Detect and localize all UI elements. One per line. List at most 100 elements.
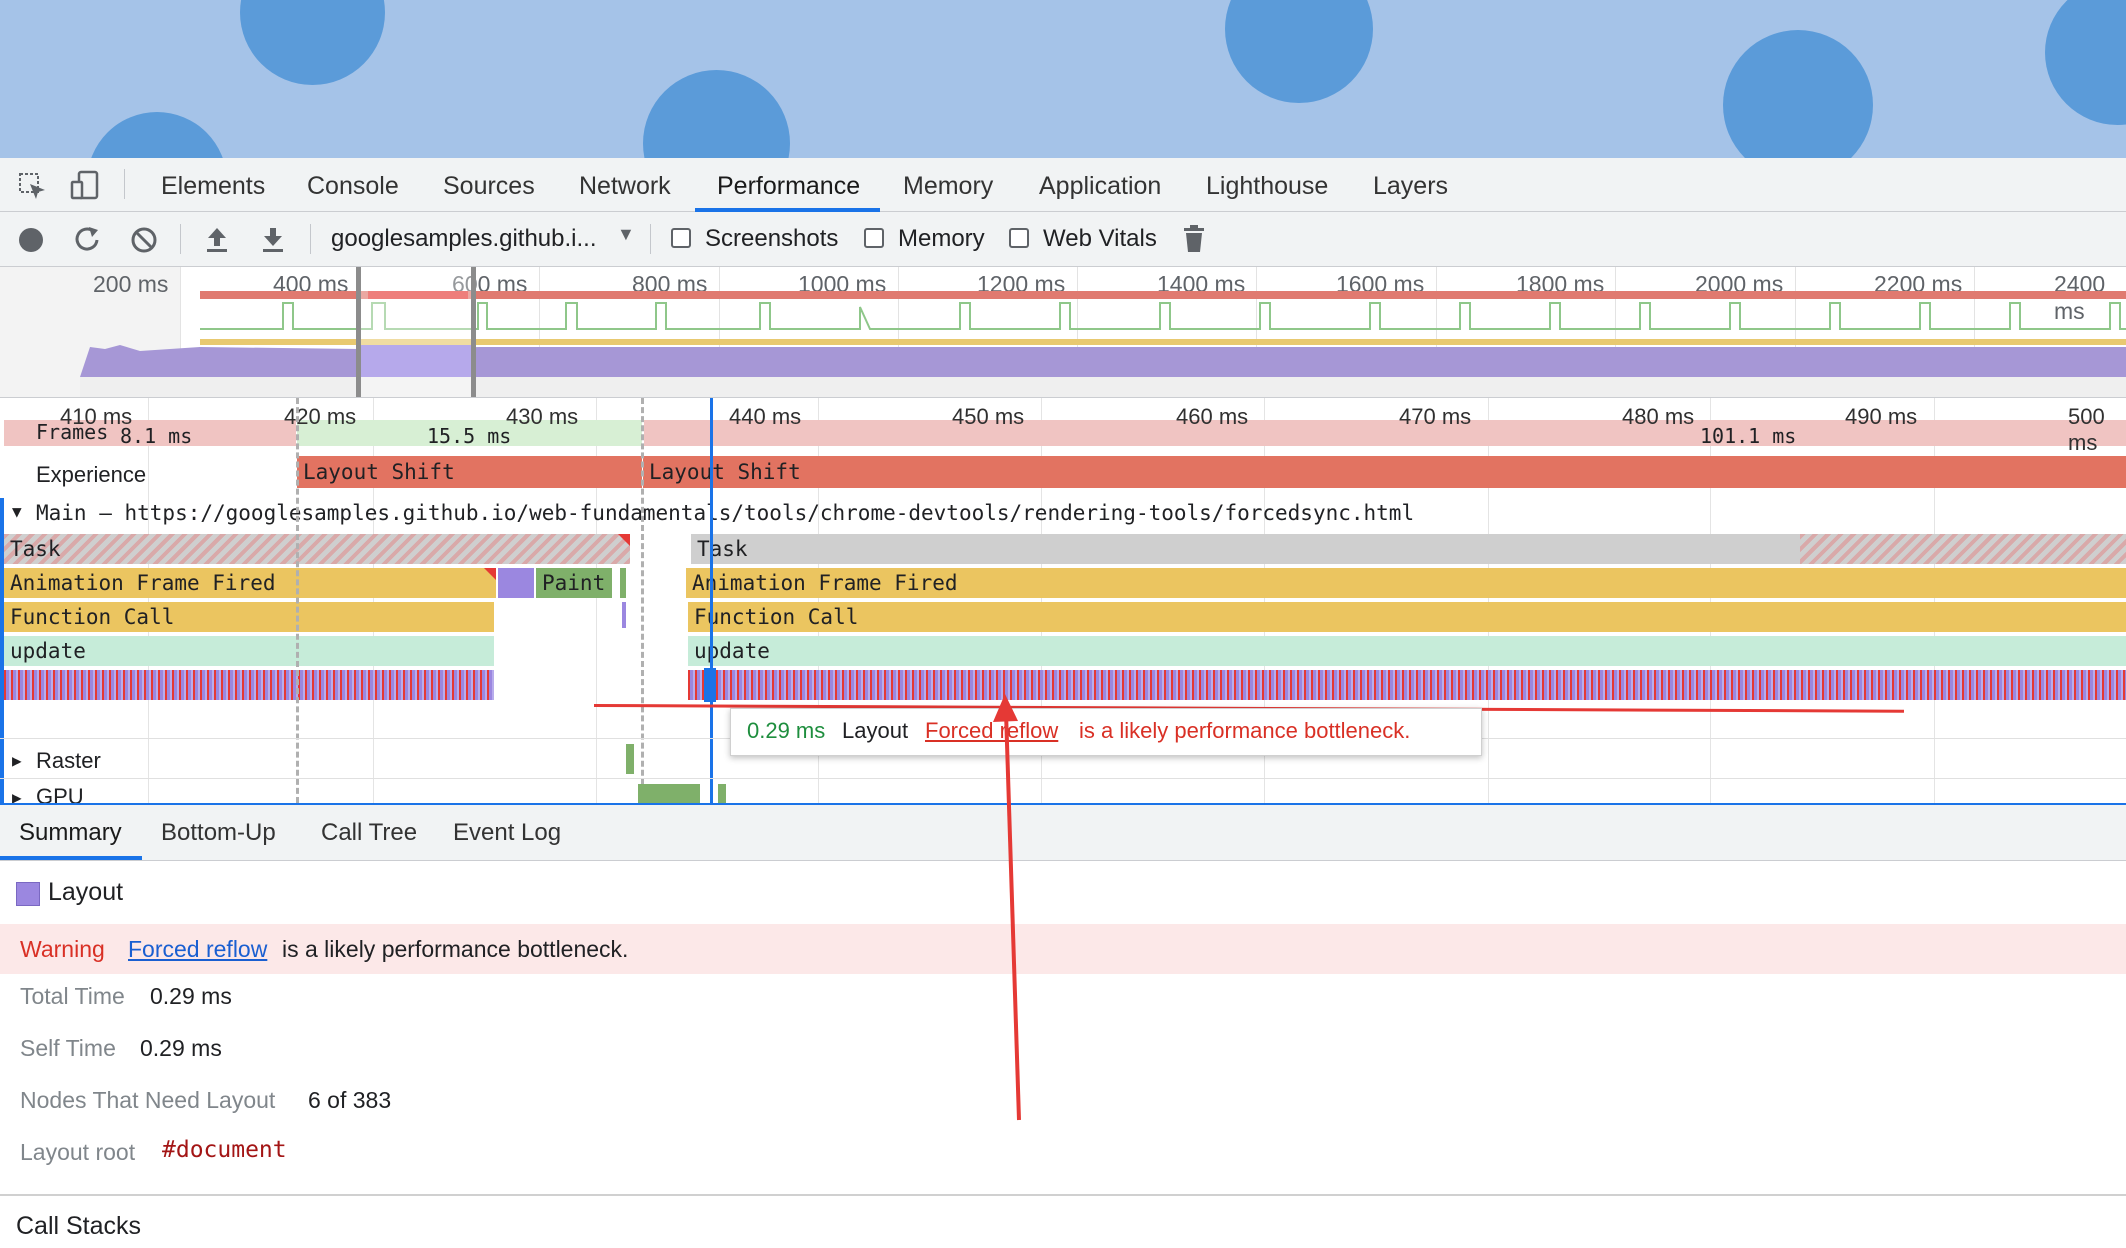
devtools-tab-bar: Elements Console Sources Network Perform… <box>0 158 2126 212</box>
layout-shift-bar[interactable]: Layout Shift <box>297 456 642 488</box>
task-bar[interactable]: Task <box>691 534 1801 564</box>
url-select[interactable]: googlesamples.github.i... <box>331 225 597 253</box>
layout-root-label: Layout root <box>20 1139 136 1165</box>
details-tab-bar: Summary Bottom-Up Call Tree Event Log <box>0 805 2126 861</box>
raster-track-label: Raster <box>36 748 101 773</box>
warning-label: Warning <box>20 936 105 962</box>
cursor-line <box>710 398 713 803</box>
reload-record-icon[interactable] <box>73 225 103 255</box>
decor-circle <box>1225 0 1373 103</box>
inspect-element-icon[interactable] <box>18 172 48 202</box>
tab-console[interactable]: Console <box>307 172 399 201</box>
tab-summary[interactable]: Summary <box>19 819 122 847</box>
section-divider <box>0 1194 2126 1196</box>
tab-memory[interactable]: Memory <box>903 172 993 201</box>
timeline-tick: 480 ms <box>1622 404 1695 429</box>
gpu-event[interactable] <box>638 784 700 803</box>
separator <box>650 224 651 254</box>
layout-shift-bar[interactable]: Layout Shift <box>643 456 2126 488</box>
tooltip-forced-reflow-link[interactable]: Forced reflow <box>925 718 1058 744</box>
tab-call-tree[interactable]: Call Tree <box>321 819 417 847</box>
forced-reflow-link[interactable]: Forced reflow <box>128 936 267 963</box>
update-bar[interactable]: update <box>688 636 2126 666</box>
grid-line <box>148 398 149 803</box>
function-call-bar[interactable]: Function Call <box>4 602 494 632</box>
expand-main-icon[interactable]: ▼ <box>12 502 22 521</box>
decor-circle <box>240 0 385 85</box>
timeline-tick: 420 ms <box>284 404 357 429</box>
tab-sources[interactable]: Sources <box>443 172 535 201</box>
timeline-tick: 440 ms <box>729 404 802 429</box>
tab-elements[interactable]: Elements <box>161 172 265 201</box>
device-toolbar-icon[interactable] <box>70 170 102 202</box>
tab-application[interactable]: Application <box>1039 172 1161 201</box>
frame-boundary <box>296 398 299 803</box>
trash-icon[interactable] <box>1182 224 1206 254</box>
tab-network[interactable]: Network <box>579 172 671 201</box>
gpu-event[interactable] <box>718 784 726 803</box>
main-thread-label: Main — https://googlesamples.github.io/w… <box>36 501 1415 525</box>
layout-events-strip[interactable] <box>4 670 494 700</box>
web-vitals-checkbox[interactable] <box>1009 228 1029 248</box>
upload-icon[interactable] <box>203 225 231 255</box>
record-icon[interactable] <box>17 226 45 254</box>
tab-lighthouse[interactable]: Lighthouse <box>1206 172 1328 201</box>
flame-chart[interactable]: Frames 8.1 ms 15.5 ms 101.1 ms 410 ms 42… <box>0 398 2126 803</box>
raster-event[interactable] <box>626 744 634 774</box>
layout-root-value[interactable]: #document <box>162 1137 287 1163</box>
memory-checkbox[interactable] <box>864 228 884 248</box>
decor-circle <box>2045 0 2126 125</box>
web-vitals-label: Web Vitals <box>1043 225 1157 252</box>
nodes-need-layout-value: 6 of 383 <box>308 1087 392 1113</box>
clear-icon[interactable] <box>130 226 158 254</box>
paint-bar-small[interactable] <box>620 568 626 598</box>
tab-bottom-up[interactable]: Bottom-Up <box>161 819 276 847</box>
decor-circle <box>1723 30 1873 158</box>
timeline-tick: 470 ms <box>1399 404 1472 429</box>
timeline-tick: 490 ms <box>1845 404 1918 429</box>
event-tooltip: 0.29 ms Layout Forced reflow is a likely… <box>730 708 1482 756</box>
timeline-tick: 450 ms <box>952 404 1025 429</box>
summary-title: Layout <box>48 878 124 906</box>
track-divider <box>0 778 2126 779</box>
paint-bar[interactable]: Paint <box>536 568 612 598</box>
animation-frame-bar[interactable]: Animation Frame Fired <box>4 568 496 598</box>
update-bar[interactable]: update <box>4 636 494 666</box>
tab-layers[interactable]: Layers <box>1373 172 1448 201</box>
expand-gpu-icon[interactable]: ▶ <box>12 788 22 803</box>
screenshots-label: Screenshots <box>705 225 839 252</box>
experience-label: Experience <box>36 462 147 487</box>
layout-bar[interactable] <box>498 568 534 598</box>
self-time-value: 0.29 ms <box>140 1035 222 1061</box>
timeline-tick: 410 ms <box>60 404 133 429</box>
layout-color-swatch <box>16 882 40 906</box>
separator <box>180 224 181 254</box>
task-long-hatch <box>1800 534 2126 564</box>
overview-activity-chart <box>80 291 2126 397</box>
chevron-down-icon[interactable]: ▼ <box>617 224 635 245</box>
decor-circle <box>643 70 790 158</box>
layout-bar-small[interactable] <box>622 602 626 628</box>
decor-circle <box>87 112 227 158</box>
separator <box>124 169 125 199</box>
self-time-label: Self Time <box>20 1035 116 1061</box>
expand-raster-icon[interactable]: ▶ <box>12 751 22 770</box>
frame-boundary <box>641 398 644 803</box>
frame-time: 101.1 ms <box>1700 424 1797 448</box>
timeline-overview[interactable]: 200 ms 400 ms 600 ms 800 ms 1000 ms 1200… <box>0 267 2126 398</box>
task-bar[interactable]: Task <box>4 534 630 564</box>
function-call-bar[interactable]: Function Call <box>688 602 2126 632</box>
warning-text: is a likely performance bottleneck. <box>282 936 629 962</box>
screenshots-checkbox[interactable] <box>671 228 691 248</box>
overview-selection-window[interactable] <box>356 267 476 397</box>
nodes-need-layout-label: Nodes That Need Layout <box>20 1087 276 1113</box>
tab-event-log[interactable]: Event Log <box>453 819 561 847</box>
memory-label: Memory <box>898 225 985 252</box>
layout-events-strip[interactable] <box>688 670 2126 700</box>
gpu-track-label: GPU <box>36 784 84 803</box>
warning-corner-icon <box>484 568 496 580</box>
animation-frame-bar[interactable]: Animation Frame Fired <box>686 568 2126 598</box>
tab-performance[interactable]: Performance <box>717 172 860 201</box>
download-icon[interactable] <box>259 225 287 255</box>
timeline-tick: 430 ms <box>506 404 579 429</box>
